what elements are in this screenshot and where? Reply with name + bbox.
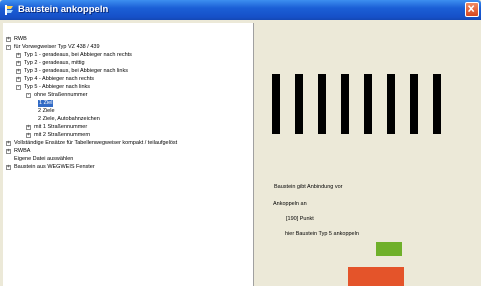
close-button[interactable] — [465, 2, 479, 17]
tree-item-label: Typ 1 - geradeaus, bei Abbieger nach rec… — [24, 52, 132, 58]
expand-icon[interactable]: + — [16, 69, 21, 74]
tree-item-label: Eigene Datei auswählen — [14, 156, 74, 162]
info-line: Ankoppeln an — [273, 201, 307, 207]
expand-icon[interactable]: + — [26, 125, 31, 130]
close-icon — [467, 5, 475, 13]
tree-item-label: mit 2 Straßennummern — [34, 132, 91, 138]
tree-item-label: Typ 3 - geradeaus, bei Abbieger nach lin… — [24, 68, 128, 74]
preview-bar — [295, 74, 303, 134]
baustein-tree[interactable]: + RWB - für Vorwegweiser Typ VZ 438 / 43… — [3, 23, 254, 286]
expand-icon[interactable]: + — [26, 133, 31, 138]
tree-item-label: Typ 2 - geradeaus, mittig — [24, 60, 85, 66]
tree-item-label: 2 Ziele — [38, 108, 55, 114]
tree-item-label: mit 1 Straßennummer — [34, 124, 88, 130]
preview-bar — [410, 74, 418, 134]
collapse-icon[interactable]: - — [26, 93, 31, 98]
info-line: [190] Punkt — [286, 216, 314, 222]
expand-icon[interactable]: + — [16, 53, 21, 58]
expand-icon[interactable]: + — [6, 37, 11, 42]
expand-icon[interactable]: + — [16, 61, 21, 66]
collapse-icon[interactable]: - — [6, 45, 11, 50]
preview-bar — [387, 74, 395, 134]
info-line: hier Baustein Typ 5 ankoppeln — [285, 231, 359, 237]
collapse-icon[interactable]: - — [16, 85, 21, 90]
app-icon — [5, 5, 13, 15]
tree-item-label: Typ 5 - Abbieger nach links — [24, 84, 91, 90]
tree-item-label: Vollständige Ensätze für Tabellenwegweis… — [14, 140, 178, 146]
tree-item-label: RWBA — [14, 148, 31, 154]
green-connector — [376, 242, 402, 256]
preview-bar — [341, 74, 349, 134]
tree-item-label: ohne Straßennummer — [34, 92, 88, 98]
title-bar[interactable]: Baustein ankoppeln — [0, 0, 481, 20]
preview-bar — [272, 74, 280, 134]
expand-icon[interactable]: + — [6, 149, 11, 154]
tree-item-label: RWB — [14, 36, 27, 42]
tree-item-label-selected: 1 Ziel — [38, 100, 54, 107]
window-title: Baustein ankoppeln — [18, 4, 109, 15]
red-connector — [348, 267, 404, 286]
tree-item-label: Typ 4 - Abbieger nach rechts — [24, 76, 95, 82]
info-line: Baustein gibt Anbindung vor — [274, 184, 343, 190]
preview-bar — [318, 74, 326, 134]
tree-item-label: Baustein aus WEGWEIS Fenster — [14, 164, 95, 170]
preview-bar — [364, 74, 372, 134]
tree-item-label: 2 Ziele, Autobahnzeichen — [38, 116, 100, 122]
preview-panel: Baustein gibt Anbindung vor Ankoppeln an… — [254, 23, 478, 286]
expand-icon[interactable]: + — [16, 77, 21, 82]
expand-icon[interactable]: + — [6, 165, 11, 170]
tree-item-label: für Vorwegweiser Typ VZ 438 / 439 — [14, 44, 100, 50]
preview-bar — [433, 74, 441, 134]
expand-icon[interactable]: + — [6, 141, 11, 146]
